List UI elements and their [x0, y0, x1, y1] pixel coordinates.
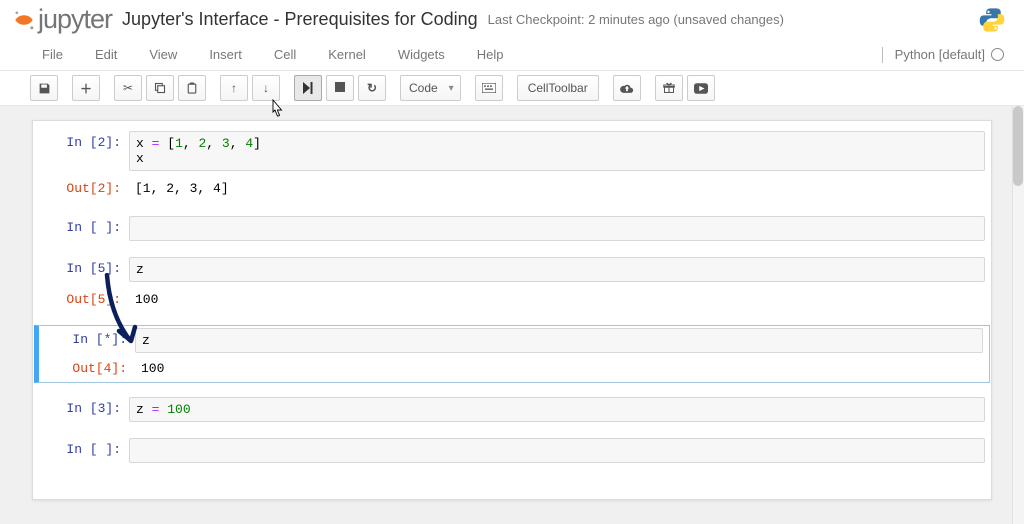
output-text: 100: [129, 288, 985, 311]
menu-bar: File Edit View Insert Cell Kernel Widget…: [0, 39, 1024, 71]
gift-button[interactable]: [655, 75, 683, 101]
command-palette-button[interactable]: [475, 75, 503, 101]
menu-cell[interactable]: Cell: [272, 43, 298, 66]
vertical-scrollbar[interactable]: [1012, 106, 1024, 524]
output-text: [1, 2, 3, 4]: [129, 177, 985, 200]
code-cell[interactable]: In [2]:x = [1, 2, 3, 4] x: [33, 129, 991, 173]
code-cell[interactable]: In [ ]:: [33, 214, 991, 243]
code-cell[interactable]: In [*]:z: [34, 325, 990, 355]
code-input-area[interactable]: [129, 438, 985, 463]
input-prompt: In [3]:: [39, 397, 129, 420]
menu-view[interactable]: View: [147, 43, 179, 66]
arrow-down-icon: ↓: [263, 81, 269, 95]
output-prompt: Out[2]:: [39, 177, 129, 200]
menu-file[interactable]: File: [40, 43, 65, 66]
code-input-area[interactable]: z = 100: [129, 397, 985, 422]
code-input-area[interactable]: z: [129, 257, 985, 282]
notebook-container: In [2]:x = [1, 2, 3, 4] xOut[2]:[1, 2, 3…: [32, 120, 992, 500]
code-cell[interactable]: In [3]:z = 100: [33, 395, 991, 424]
input-prompt: In [5]:: [39, 257, 129, 280]
arrow-up-icon: ↑: [231, 81, 237, 95]
input-prompt: In [ ]:: [39, 438, 129, 461]
refresh-icon: ↻: [367, 81, 377, 95]
interrupt-button[interactable]: [326, 75, 354, 101]
input-prompt: In [ ]:: [39, 216, 129, 239]
cut-button[interactable]: ✂: [114, 75, 142, 101]
save-button[interactable]: [30, 75, 58, 101]
stop-icon: [335, 81, 345, 95]
menu-widgets[interactable]: Widgets: [396, 43, 447, 66]
menu-insert[interactable]: Insert: [207, 43, 244, 66]
checkpoint-status: Last Checkpoint: 2 minutes ago (unsaved …: [488, 12, 784, 27]
output-row: Out[5]:100: [33, 286, 991, 313]
output-row: Out[2]:[1, 2, 3, 4]: [33, 175, 991, 202]
output-prompt: Out[4]:: [45, 357, 135, 380]
plus-icon: ＋: [80, 80, 92, 97]
menu-edit[interactable]: Edit: [93, 43, 119, 66]
code-input-area[interactable]: x = [1, 2, 3, 4] x: [129, 131, 985, 171]
restart-button[interactable]: ↻: [358, 75, 386, 101]
kernel-indicator[interactable]: Python [default]: [882, 47, 1004, 63]
cloud-upload-button[interactable]: [613, 75, 641, 101]
toolbar: ＋ ✂ ↑ ↓ ↻ Code CellToolbar: [0, 71, 1024, 106]
cell-type-value: Code: [409, 81, 438, 95]
menu-help[interactable]: Help: [475, 43, 506, 66]
header-bar: jupyter Jupyter's Interface - Prerequisi…: [0, 0, 1024, 39]
code-input-area[interactable]: [129, 216, 985, 241]
kernel-name: Python [default]: [895, 47, 985, 62]
insert-cell-button[interactable]: ＋: [72, 75, 100, 101]
notebook-title[interactable]: Jupyter's Interface - Prerequisites for …: [122, 9, 478, 30]
python-logo-icon: [978, 6, 1006, 34]
menu-kernel[interactable]: Kernel: [326, 43, 368, 66]
jupyter-planet-icon: [12, 8, 36, 32]
jupyter-logo[interactable]: jupyter: [12, 4, 112, 35]
output-text: 100: [135, 357, 983, 380]
notebook-scroll-area[interactable]: In [2]:x = [1, 2, 3, 4] xOut[2]:[1, 2, 3…: [0, 106, 1024, 524]
move-down-button[interactable]: ↓: [252, 75, 280, 101]
scrollbar-thumb[interactable]: [1013, 106, 1023, 186]
jupyter-logo-text: jupyter: [38, 4, 112, 35]
output-prompt: Out[5]:: [39, 288, 129, 311]
kernel-idle-icon: [991, 48, 1004, 61]
paste-button[interactable]: [178, 75, 206, 101]
move-up-button[interactable]: ↑: [220, 75, 248, 101]
output-row: Out[4]:100: [34, 355, 990, 383]
scissors-icon: ✂: [123, 81, 133, 95]
copy-button[interactable]: [146, 75, 174, 101]
code-cell[interactable]: In [5]:z: [33, 255, 991, 284]
youtube-button[interactable]: [687, 75, 715, 101]
cell-toolbar-button[interactable]: CellToolbar: [517, 75, 599, 101]
input-prompt: In [*]:: [45, 328, 135, 351]
code-cell[interactable]: In [ ]:: [33, 436, 991, 465]
code-input-area[interactable]: z: [135, 328, 983, 353]
run-cell-button[interactable]: [294, 75, 322, 101]
input-prompt: In [2]:: [39, 131, 129, 154]
cell-type-select[interactable]: Code: [400, 75, 461, 101]
